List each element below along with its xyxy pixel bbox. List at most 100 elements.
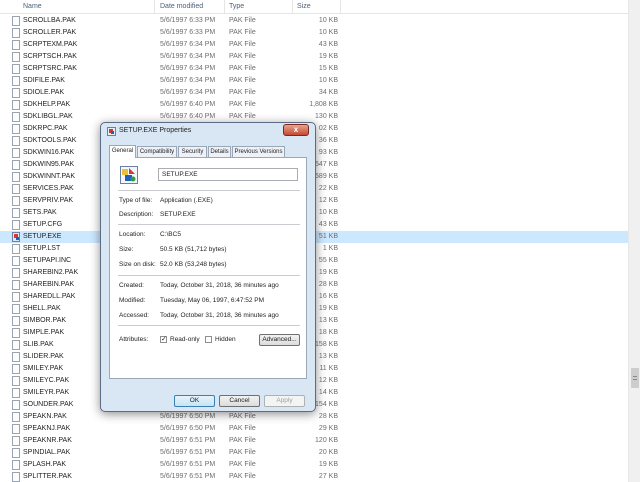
advanced-button[interactable]: Advanced...	[259, 334, 300, 346]
column-type-header[interactable]: Type	[229, 3, 244, 10]
file-date: 5/6/1997 6:51 PM	[160, 461, 216, 468]
file-icon	[12, 256, 20, 266]
file-size: 02 KB	[318, 125, 338, 132]
file-size: 29 KB	[318, 425, 338, 432]
file-icon	[12, 340, 20, 350]
tab-compatibility[interactable]: Compatibility	[137, 146, 177, 157]
file-name: SDKHELP.PAK	[23, 101, 71, 108]
size-value: 50.5 KB (51,712 bytes)	[160, 246, 227, 253]
file-icon	[12, 280, 20, 290]
attributes-label: Attributes:	[119, 336, 149, 343]
file-row[interactable]: SPEAKNJ.PAK 5/6/1997 6:50 PM PAK File 29 KB	[0, 423, 628, 435]
close-button[interactable]: x	[283, 124, 309, 136]
file-icon	[12, 184, 20, 194]
dialog-titlebar[interactable]: SETUP.EXE Properties x	[101, 123, 315, 140]
divider	[118, 325, 300, 326]
file-size: 22 KB	[318, 185, 338, 192]
column-separator[interactable]	[340, 0, 341, 14]
file-size: 14 KB	[318, 389, 338, 396]
column-separator[interactable]	[292, 0, 293, 14]
tab-general[interactable]: General	[109, 145, 136, 158]
file-row[interactable]: SDKHELP.PAK 5/6/1997 6:40 PM PAK File 1,808…	[0, 99, 628, 111]
file-name-field[interactable]: SETUP.EXE	[158, 168, 298, 181]
file-date: 5/6/1997 6:34 PM	[160, 89, 216, 96]
file-date: 5/6/1997 6:51 PM	[160, 473, 216, 480]
apply-button[interactable]: Apply	[264, 395, 305, 407]
file-icon	[12, 64, 20, 74]
file-size: 34 KB	[318, 89, 338, 96]
tab-details[interactable]: Details	[208, 146, 231, 157]
file-size: 51 KB	[318, 233, 338, 240]
hidden-checkbox[interactable]	[205, 336, 212, 343]
file-row[interactable]: SDIOLE.PAK 5/6/1997 6:34 PM PAK File 34 KB	[0, 87, 628, 99]
file-name: SPEAKNR.PAK	[23, 437, 72, 444]
ok-button[interactable]: OK	[174, 395, 215, 407]
file-date: 5/6/1997 6:51 PM	[160, 437, 216, 444]
file-icon	[12, 76, 20, 86]
modified-label: Modified:	[119, 297, 146, 304]
file-name: SDKLIBGL.PAK	[23, 113, 73, 120]
file-size: 19 KB	[318, 461, 338, 468]
properties-dialog: SETUP.EXE Properties x General Compatibi…	[100, 122, 316, 412]
file-row[interactable]: SPINDIAL.PAK 5/6/1997 6:51 PM PAK File 20 K…	[0, 447, 628, 459]
file-icon	[12, 16, 20, 26]
file-date: 5/6/1997 6:50 PM	[160, 425, 216, 432]
file-size: 12 KB	[318, 197, 338, 204]
file-name: SDKTOOLS.PAK	[23, 137, 77, 144]
column-separator[interactable]	[224, 0, 225, 14]
file-row[interactable]: SDIFILE.PAK 5/6/1997 6:34 PM PAK File 10 KB	[0, 75, 628, 87]
close-icon: x	[293, 125, 299, 134]
file-name: SETUP.EXE	[23, 233, 62, 240]
divider	[118, 224, 300, 225]
file-type: PAK File	[229, 89, 256, 96]
file-row[interactable]: SPEAKN.PAK 5/6/1997 6:50 PM PAK File 28 KB	[0, 411, 628, 423]
file-size: 19 KB	[318, 53, 338, 60]
file-name: SCRPTSRC.PAK	[23, 65, 77, 72]
file-size: 19 KB	[318, 305, 338, 312]
cancel-button[interactable]: Cancel	[219, 395, 260, 407]
hidden-label[interactable]: Hidden	[215, 336, 236, 343]
file-icon	[12, 388, 20, 398]
tab-security[interactable]: Security	[178, 146, 207, 157]
vertical-scrollbar[interactable]	[628, 0, 640, 482]
column-size-header[interactable]: Size	[297, 3, 311, 10]
file-size: 43 KB	[318, 41, 338, 48]
column-separator[interactable]	[154, 0, 155, 14]
file-type: PAK File	[229, 101, 256, 108]
divider	[118, 275, 300, 276]
file-icon	[12, 364, 20, 374]
file-row[interactable]: SPLITTER.PAK 5/6/1997 6:51 PM PAK File 27 K…	[0, 471, 628, 482]
file-row[interactable]: SCROLLBA.PAK 5/6/1997 6:33 PM PAK File 10 K…	[0, 15, 628, 27]
file-size: 120 KB	[315, 437, 338, 444]
created-label: Created:	[119, 282, 144, 289]
file-row[interactable]: SPEAKNR.PAK 5/6/1997 6:51 PM PAK File 120 K…	[0, 435, 628, 447]
setup-program-icon	[120, 166, 138, 184]
file-size: 20 KB	[318, 449, 338, 456]
read-only-label[interactable]: Read-only	[170, 336, 200, 343]
file-row[interactable]: SDKLIBGL.PAK 5/6/1997 6:40 PM PAK File 130 …	[0, 111, 628, 123]
file-name: SERVICES.PAK	[23, 185, 74, 192]
file-row[interactable]: SCRPTSRC.PAK 5/6/1997 6:34 PM PAK File 15 K…	[0, 63, 628, 75]
file-size: 589 KB	[315, 173, 338, 180]
scrollbar-thumb[interactable]	[631, 368, 639, 388]
file-date: 5/6/1997 6:34 PM	[160, 41, 216, 48]
file-date: 5/6/1997 6:50 PM	[160, 413, 216, 420]
description-value: SETUP.EXE	[160, 211, 196, 218]
file-row[interactable]: SCRPTEXM.PAK 5/6/1997 6:34 PM PAK File 43 K…	[0, 39, 628, 51]
file-size: 130 KB	[315, 113, 338, 120]
column-date-header[interactable]: Date modified	[160, 3, 203, 10]
file-icon	[12, 400, 20, 410]
read-only-checkbox[interactable]	[160, 335, 167, 343]
file-size: 28 KB	[318, 413, 338, 420]
file-icon	[12, 244, 20, 254]
file-row[interactable]: SCROLLER.PAK 5/6/1997 6:33 PM PAK File 10 K…	[0, 27, 628, 39]
file-name: SDKRPC.PAK	[23, 125, 68, 132]
file-row[interactable]: SCRPTSCH.PAK 5/6/1997 6:34 PM PAK File 19 K…	[0, 51, 628, 63]
file-row[interactable]: SPLASH.PAK 5/6/1997 6:51 PM PAK File 19 KB	[0, 459, 628, 471]
file-name: SLIDER.PAK	[23, 353, 64, 360]
file-type: PAK File	[229, 17, 256, 24]
tab-previous-versions[interactable]: Previous Versions	[232, 146, 285, 157]
file-icon	[12, 52, 20, 62]
file-name: SDIFILE.PAK	[23, 77, 65, 84]
column-name-header[interactable]: Name	[23, 3, 42, 10]
